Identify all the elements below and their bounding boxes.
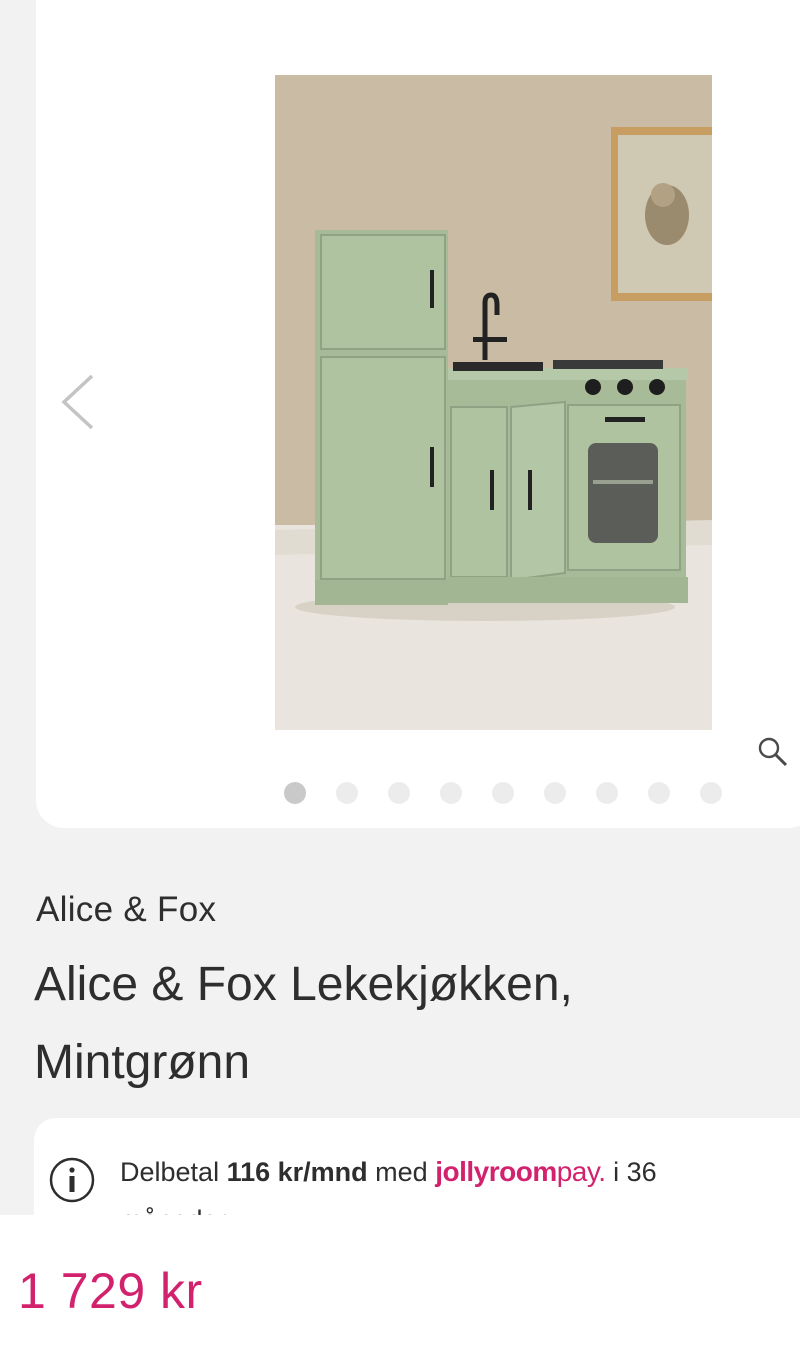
gallery-dot[interactable] [700,782,722,804]
product-price: 1 729 kr [18,1263,203,1319]
magnifier-icon[interactable] [755,734,791,770]
gallery-dot[interactable] [596,782,618,804]
gallery-dot[interactable] [648,782,670,804]
info-icon[interactable] [48,1156,96,1204]
gallery-pagination [284,782,722,804]
product-title: Alice & Fox Lekekjøkken, Mintgrønn [34,958,573,1089]
gallery-dot[interactable] [388,782,410,804]
gallery-dot[interactable] [440,782,462,804]
chevron-left-icon[interactable] [58,370,98,434]
jollyroompay-logo: jollyroompay. [435,1156,606,1187]
gallery-dot[interactable] [544,782,566,804]
brand-name[interactable]: Alice & Fox [36,890,216,930]
gallery-dot[interactable] [492,782,514,804]
installment-amount: 116 kr/mnd [226,1157,368,1187]
gallery-dot[interactable] [284,782,306,804]
product-image[interactable] [275,75,712,730]
gallery-dot[interactable] [336,782,358,804]
